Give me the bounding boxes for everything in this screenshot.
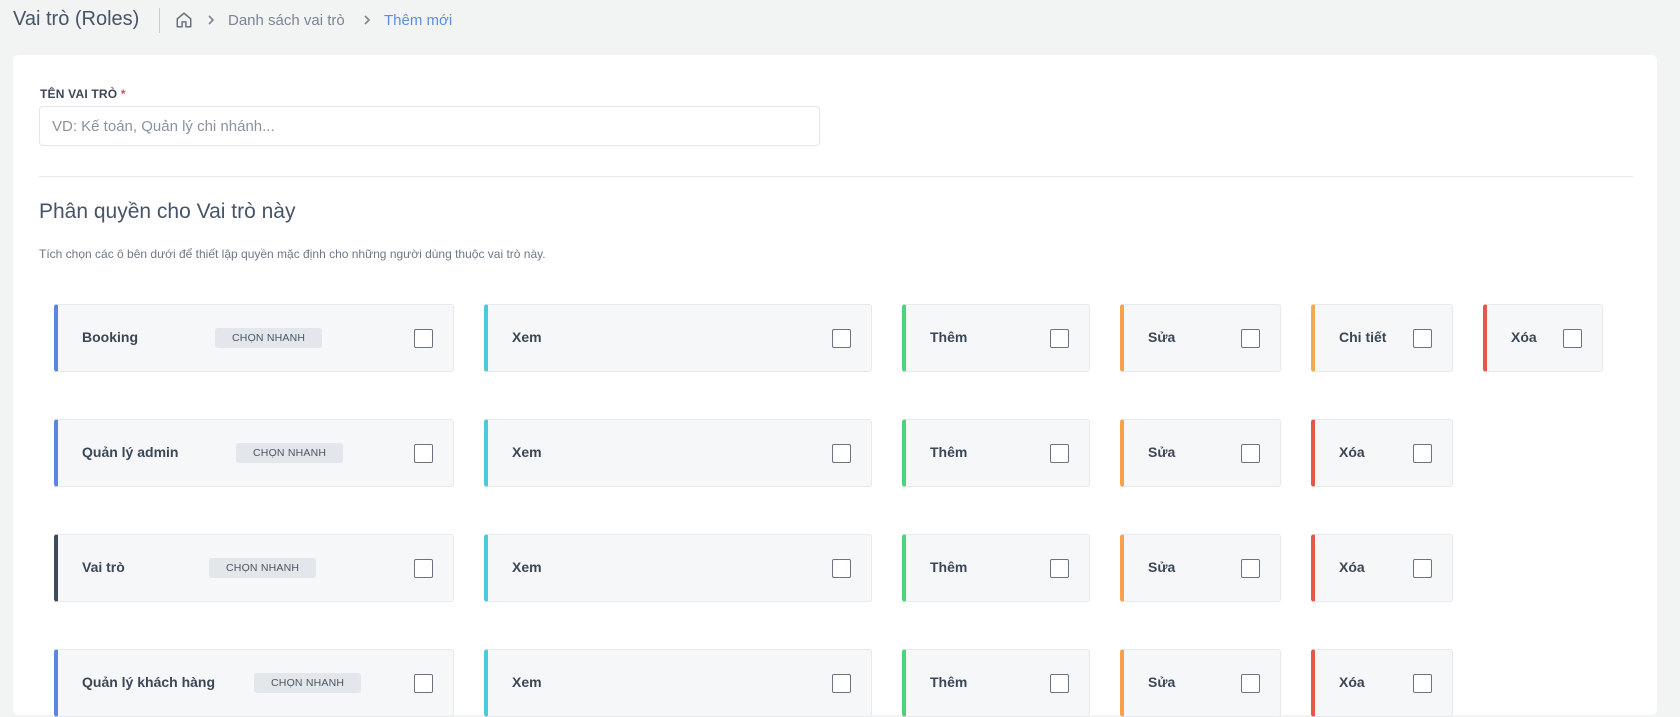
top-bar: Vai trò (Roles) Danh sách vai trò Thêm m… bbox=[0, 0, 1680, 41]
permission-checkbox[interactable] bbox=[832, 329, 851, 348]
page-title: Vai trò (Roles) bbox=[13, 8, 140, 30]
permission-box-view: Xem bbox=[484, 649, 872, 717]
module-box-admin: Quản lý admin CHỌN NHANH bbox=[54, 419, 454, 487]
permission-box-delete: Xóa bbox=[1311, 419, 1453, 487]
permissions-description: Tích chọn các ô bên dưới để thiết lập qu… bbox=[39, 247, 546, 261]
role-name-input[interactable] bbox=[39, 106, 820, 146]
permission-checkbox[interactable] bbox=[832, 674, 851, 693]
permission-checkbox[interactable] bbox=[1050, 559, 1069, 578]
permission-label: Xóa bbox=[1339, 674, 1365, 690]
permission-label: Thêm bbox=[930, 329, 968, 345]
permission-box-delete: Xóa bbox=[1483, 304, 1603, 372]
permission-box-view: Xem bbox=[484, 419, 872, 487]
role-name-label: TÊN VAI TRÒ * bbox=[40, 87, 126, 101]
module-checkbox[interactable] bbox=[414, 444, 433, 463]
module-name: Vai trò bbox=[82, 559, 125, 575]
permission-label: Sửa bbox=[1148, 444, 1176, 460]
permission-label: Xóa bbox=[1339, 444, 1365, 460]
title-separator bbox=[159, 8, 160, 33]
permission-label: Xem bbox=[512, 444, 542, 460]
permission-label: Thêm bbox=[930, 559, 968, 575]
module-box-customers: Quản lý khách hàng CHỌN NHANH bbox=[54, 649, 454, 717]
module-name: Booking bbox=[82, 329, 138, 345]
permission-label: Xóa bbox=[1511, 329, 1537, 345]
breadcrumb-current: Thêm mới bbox=[384, 12, 453, 29]
permission-label: Chi tiết bbox=[1339, 329, 1387, 345]
role-name-label-text: TÊN VAI TRÒ bbox=[40, 87, 118, 101]
permission-checkbox[interactable] bbox=[1413, 674, 1432, 693]
permission-checkbox[interactable] bbox=[1241, 444, 1260, 463]
permission-checkbox[interactable] bbox=[832, 444, 851, 463]
module-box-roles: Vai trò CHỌN NHANH bbox=[54, 534, 454, 602]
permission-box-edit: Sửa bbox=[1120, 534, 1281, 602]
quick-select-button[interactable]: CHỌN NHANH bbox=[209, 558, 317, 578]
permission-label: Sửa bbox=[1148, 559, 1176, 575]
permission-box-view: Xem bbox=[484, 534, 872, 602]
quick-select-button[interactable]: CHỌN NHANH bbox=[254, 673, 362, 693]
permission-label: Thêm bbox=[930, 444, 968, 460]
section-divider bbox=[39, 176, 1633, 177]
permission-label: Sửa bbox=[1148, 329, 1176, 345]
permission-label: Xóa bbox=[1339, 559, 1365, 575]
permission-box-detail: Chi tiết bbox=[1311, 304, 1453, 372]
permission-label: Xem bbox=[512, 559, 542, 575]
permission-label: Xem bbox=[512, 674, 542, 690]
permission-box-edit: Sửa bbox=[1120, 304, 1281, 372]
permission-box-add: Thêm bbox=[902, 534, 1090, 602]
module-checkbox[interactable] bbox=[414, 559, 433, 578]
permission-box-add: Thêm bbox=[902, 304, 1090, 372]
quick-select-button[interactable]: CHỌN NHANH bbox=[215, 328, 323, 348]
module-name: Quản lý khách hàng bbox=[82, 674, 216, 690]
permission-checkbox[interactable] bbox=[1050, 444, 1069, 463]
permission-box-add: Thêm bbox=[902, 419, 1090, 487]
permission-checkbox[interactable] bbox=[1413, 329, 1432, 348]
module-checkbox[interactable] bbox=[414, 674, 433, 693]
permission-box-view: Xem bbox=[484, 304, 872, 372]
required-mark: * bbox=[120, 87, 126, 101]
permission-checkbox[interactable] bbox=[1241, 329, 1260, 348]
permission-checkbox[interactable] bbox=[1563, 329, 1582, 348]
permission-box-edit: Sửa bbox=[1120, 419, 1281, 487]
permission-label: Thêm bbox=[930, 674, 968, 690]
permission-checkbox[interactable] bbox=[832, 559, 851, 578]
quick-select-button[interactable]: CHỌN NHANH bbox=[236, 443, 344, 463]
module-checkbox[interactable] bbox=[414, 329, 433, 348]
permission-checkbox[interactable] bbox=[1050, 329, 1069, 348]
permission-checkbox[interactable] bbox=[1241, 559, 1260, 578]
permission-checkbox[interactable] bbox=[1241, 674, 1260, 693]
module-name: Quản lý admin bbox=[82, 444, 179, 460]
permissions-heading: Phân quyền cho Vai trò này bbox=[39, 200, 296, 223]
permission-checkbox[interactable] bbox=[1413, 559, 1432, 578]
permission-checkbox[interactable] bbox=[1050, 674, 1069, 693]
permission-checkbox[interactable] bbox=[1413, 444, 1432, 463]
chevron-right-icon bbox=[208, 15, 215, 25]
home-icon[interactable] bbox=[175, 11, 193, 29]
chevron-right-icon bbox=[364, 15, 371, 25]
permission-label: Sửa bbox=[1148, 674, 1176, 690]
module-box-booking: Booking CHỌN NHANH bbox=[54, 304, 454, 372]
permission-box-delete: Xóa bbox=[1311, 534, 1453, 602]
permission-label: Xem bbox=[512, 329, 542, 345]
permission-box-delete: Xóa bbox=[1311, 649, 1453, 717]
breadcrumb-roles-list[interactable]: Danh sách vai trò bbox=[228, 12, 345, 29]
permission-box-edit: Sửa bbox=[1120, 649, 1281, 717]
permission-box-add: Thêm bbox=[902, 649, 1090, 717]
role-form-card bbox=[13, 55, 1657, 715]
